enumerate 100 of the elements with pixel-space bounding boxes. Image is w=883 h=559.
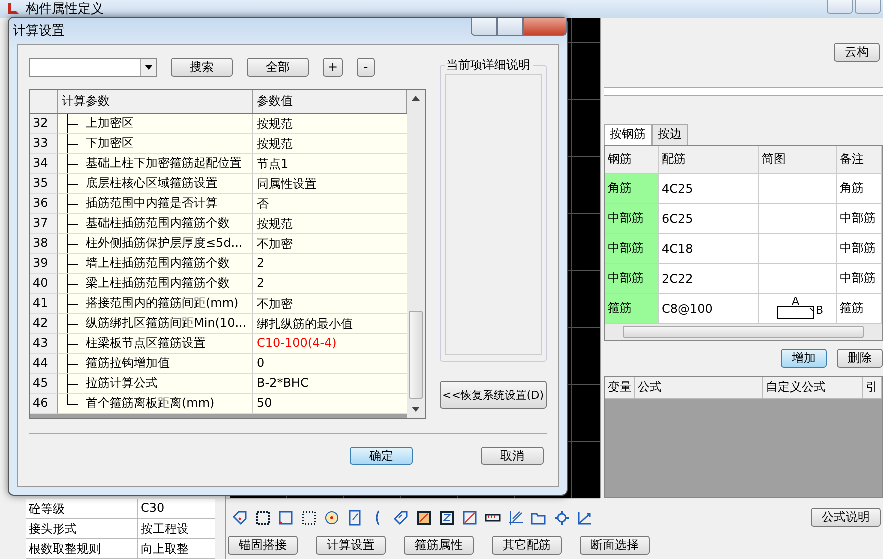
- square-icon[interactable]: [278, 510, 294, 526]
- table-cell: 中部筋: [837, 264, 882, 293]
- toolbar-button[interactable]: 箍筋属性: [404, 536, 474, 555]
- table-cell: 4C18: [659, 234, 759, 263]
- tree-line-icon: [66, 234, 78, 253]
- property-label: 根数取整规则: [26, 539, 138, 558]
- dotted-square-icon[interactable]: [301, 510, 317, 526]
- column-header: 简图: [759, 146, 837, 173]
- tree-line-icon: [66, 174, 78, 193]
- table-cell: 2C22: [659, 264, 759, 293]
- tree-line-icon: [66, 274, 78, 293]
- dialog-title: 计算设置: [13, 23, 65, 40]
- tree-line-icon: [66, 334, 78, 353]
- table-cell: 角筋: [605, 174, 659, 203]
- row-number: 34: [30, 154, 58, 174]
- restore-defaults-button[interactable]: <<恢复系统设置(D): [440, 381, 547, 409]
- tree-line-icon: [66, 314, 78, 333]
- search-button[interactable]: 搜索: [171, 58, 233, 76]
- axis-icon[interactable]: [577, 510, 593, 526]
- parameter-name: 基础上柱下加密箍筋起配位置: [86, 155, 242, 172]
- dropdown-field[interactable]: [29, 58, 157, 76]
- vertical-scrollbar[interactable]: [406, 90, 424, 418]
- parameter-name: 纵筋绑扎区箍筋间距Min(10...: [86, 315, 247, 332]
- collapse-button[interactable]: -: [357, 58, 376, 76]
- tree-line-icon: [66, 294, 78, 313]
- tree-line-icon: [66, 134, 78, 153]
- parallel-lines-icon[interactable]: [508, 510, 524, 526]
- page-icon[interactable]: [347, 510, 363, 526]
- property-label: 接头形式: [26, 519, 138, 538]
- toolbar-button[interactable]: 断面选择: [580, 536, 650, 555]
- column-header: 钢筋: [605, 146, 659, 173]
- maximize-button[interactable]: [855, 0, 881, 14]
- add-button[interactable]: 增加: [781, 349, 827, 368]
- row-number: 44: [30, 354, 58, 374]
- scroll-up-icon: [412, 96, 420, 101]
- tab[interactable]: 按钢筋: [604, 124, 652, 145]
- property-value[interactable]: 向上取整: [138, 539, 215, 558]
- scrollbar-thumb[interactable]: [408, 311, 422, 399]
- row-number: 38: [30, 234, 58, 254]
- table-cell: 4C25: [659, 174, 759, 203]
- tree-line-icon: [66, 154, 78, 173]
- maximize-button[interactable]: [497, 18, 523, 36]
- diagonal-square-icon[interactable]: [462, 510, 478, 526]
- circle-icon[interactable]: [324, 510, 340, 526]
- scrollbar-thumb[interactable]: [623, 326, 864, 338]
- group-title: 当前项详细说明: [444, 57, 532, 74]
- parameter-name: 梁上柱插筋范围内箍筋个数: [86, 275, 230, 292]
- minimize-button[interactable]: [827, 0, 853, 14]
- dropdown-arrow-icon: [144, 64, 152, 70]
- horizontal-scrollbar[interactable]: [605, 324, 882, 340]
- tree-line-icon: [66, 354, 78, 373]
- toolbar-button[interactable]: 其它配筋: [492, 536, 562, 555]
- parameter-name: 插筋范围中内箍是否计算: [86, 195, 218, 212]
- property-value[interactable]: 按工程设: [138, 519, 215, 538]
- column-header: 引: [863, 377, 882, 399]
- row-number: 46: [30, 394, 58, 414]
- parameter-name: 柱梁板节点区箍筋设置: [86, 335, 206, 352]
- row-number: 36: [30, 194, 58, 214]
- row-number: 39: [30, 254, 58, 274]
- table-cell: 中部筋: [837, 204, 882, 233]
- table-cell: 6C25: [659, 204, 759, 233]
- column-header: 公式: [635, 377, 763, 399]
- tab[interactable]: 按边: [652, 124, 688, 145]
- tree-line-icon: [66, 254, 78, 273]
- parameter-value[interactable]: 50: [253, 394, 406, 414]
- parameter-name: 拉筋计算公式: [86, 375, 158, 392]
- table-cell: 中部筋: [605, 234, 659, 263]
- column-header: 备注: [837, 146, 882, 173]
- row-number: 33: [30, 134, 58, 154]
- table-cell: 中部筋: [605, 204, 659, 233]
- parameter-name: 底层柱核心区域箍筋设置: [86, 175, 218, 192]
- property-value[interactable]: C30: [138, 499, 215, 518]
- tree-line-icon: [66, 194, 78, 213]
- row-number: 37: [30, 214, 58, 234]
- column-header: 计算参数: [58, 90, 253, 113]
- row-number: 41: [30, 294, 58, 314]
- delete-button[interactable]: 删除: [837, 349, 883, 368]
- row-number: 43: [30, 334, 58, 354]
- toolbar-button[interactable]: 计算设置: [316, 536, 386, 555]
- tag-icon[interactable]: [393, 510, 409, 526]
- all-button[interactable]: 全部: [247, 58, 309, 76]
- parameter-name: 柱外侧插筋保护层厚度≤5d...: [86, 235, 243, 252]
- parameter-name: 首个箍筋离板距离(mm): [86, 395, 215, 412]
- dotted-square-icon[interactable]: [255, 510, 271, 526]
- parameter-name: 下加密区: [86, 135, 134, 152]
- formula-help-button[interactable]: 公式说明: [811, 508, 881, 526]
- row-number: 32: [30, 114, 58, 134]
- table-cell: 中部筋: [605, 264, 659, 293]
- cancel-button[interactable]: 取消: [481, 447, 544, 465]
- expand-button[interactable]: +: [323, 58, 344, 76]
- toolbar-button[interactable]: 锚固搭接: [228, 536, 298, 555]
- cloud-button[interactable]: 云构: [834, 43, 880, 62]
- row-number: 45: [30, 374, 58, 394]
- hatched-square-icon[interactable]: [416, 510, 432, 526]
- ok-button[interactable]: 确定: [350, 447, 413, 465]
- table-cell: C8@100: [659, 294, 759, 323]
- minimize-button[interactable]: [471, 18, 497, 36]
- z-square-icon[interactable]: [439, 510, 455, 526]
- column-header: 自定义公式: [763, 377, 863, 399]
- tag-icon[interactable]: [232, 510, 248, 526]
